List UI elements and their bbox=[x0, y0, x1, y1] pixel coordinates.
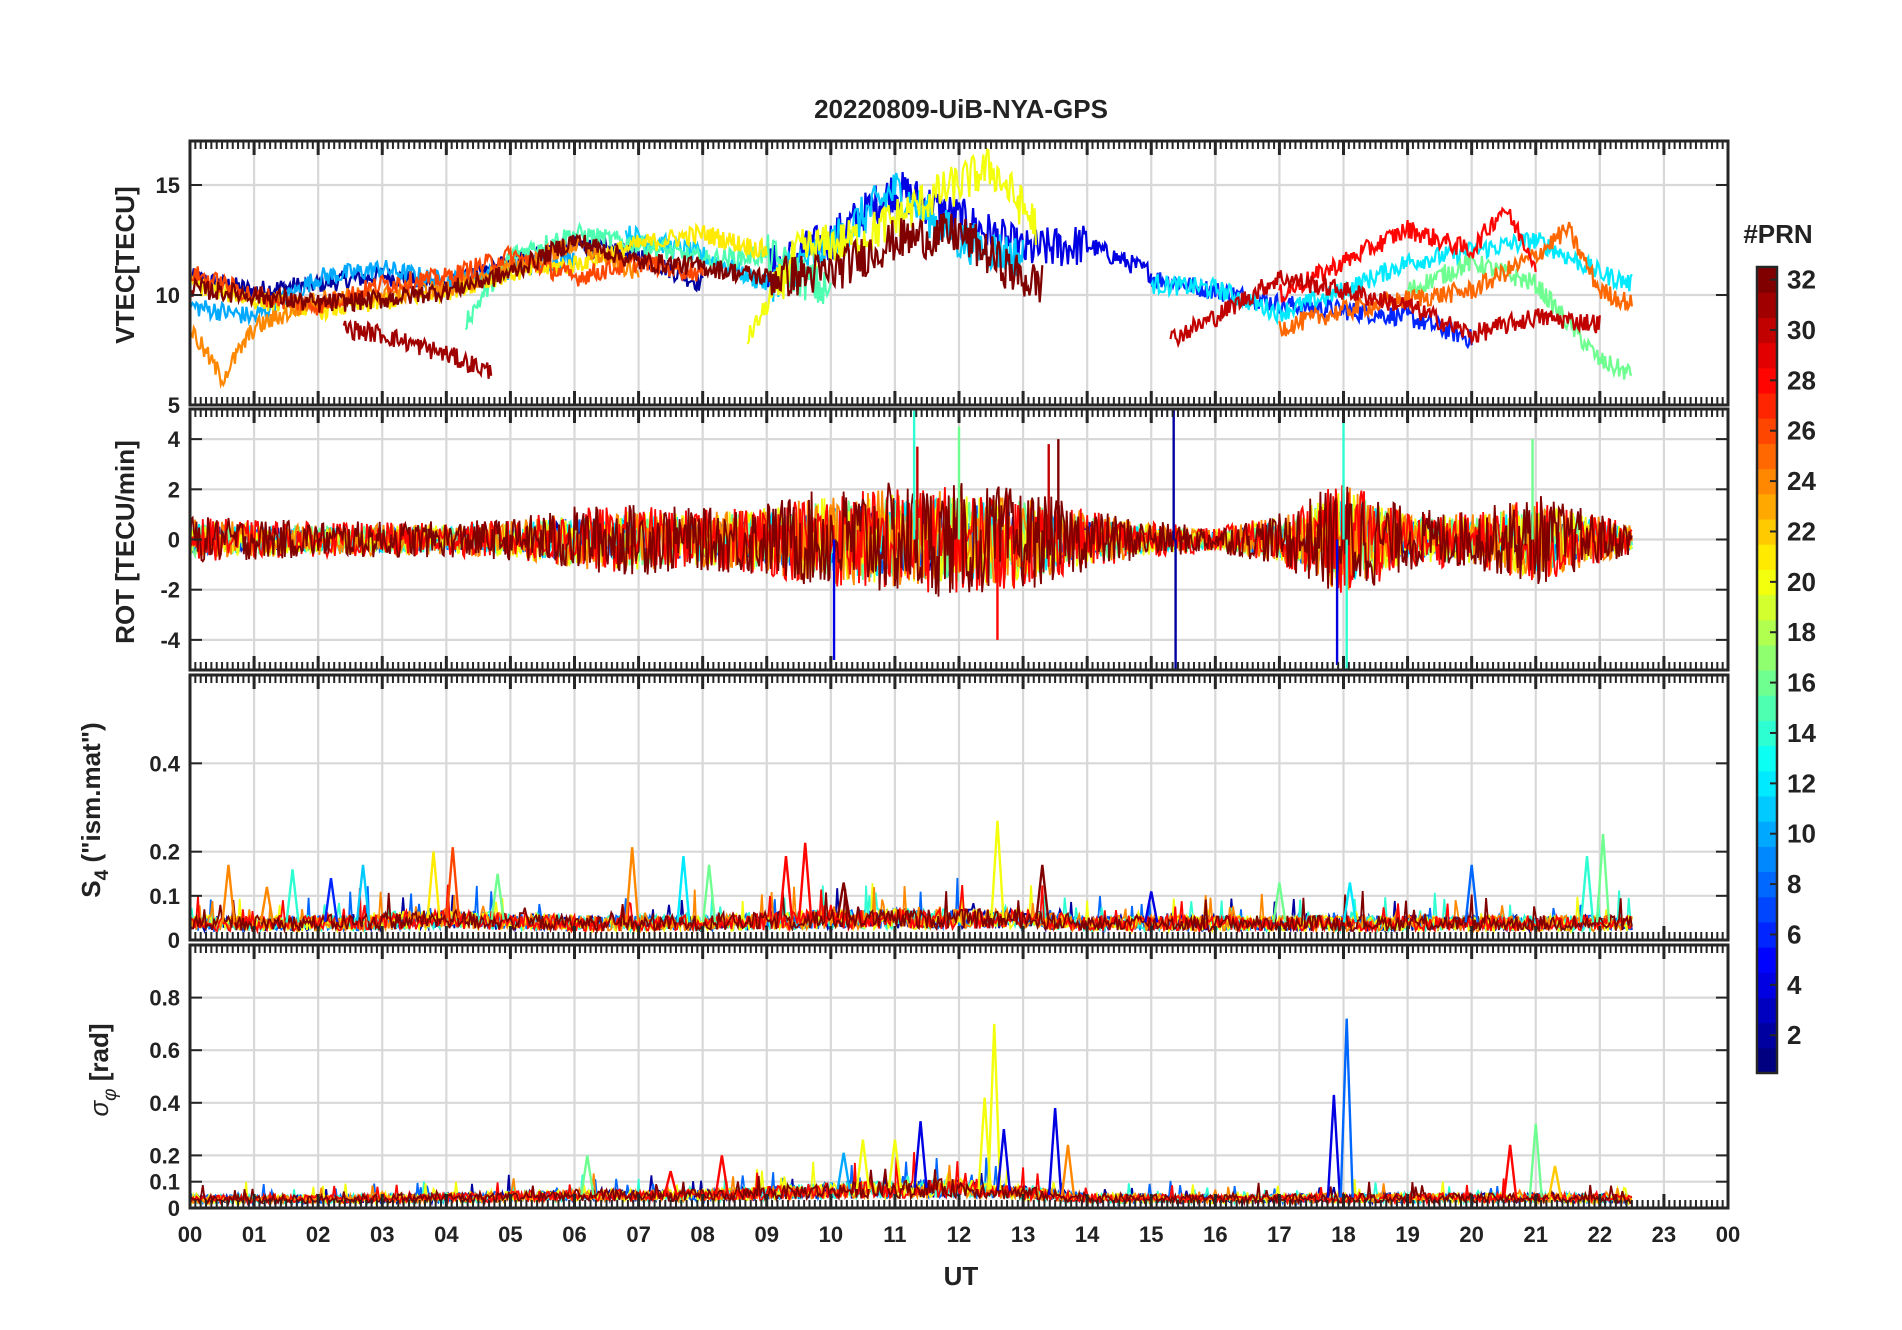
colorbar-tick-label: 32 bbox=[1787, 265, 1816, 295]
colorbar-tick-label: 20 bbox=[1787, 567, 1816, 597]
x-tick-label: 09 bbox=[755, 1222, 779, 1247]
colorbar-segment bbox=[1757, 392, 1777, 419]
colorbar-segment bbox=[1757, 695, 1777, 721]
y-tick-label: 0.1 bbox=[149, 884, 180, 909]
xlabel-ut: UT bbox=[944, 1261, 979, 1291]
x-tick-label: 00 bbox=[178, 1222, 202, 1247]
x-tick-label: 17 bbox=[1267, 1222, 1291, 1247]
chart-title: 20220809-UiB-NYA-GPS bbox=[814, 94, 1108, 124]
x-tick-label: 10 bbox=[819, 1222, 843, 1247]
x-tick-label: 00 bbox=[1716, 1222, 1740, 1247]
colorbar-segment bbox=[1757, 493, 1777, 520]
x-tick-label: 23 bbox=[1652, 1222, 1676, 1247]
colorbar-tick-label: 10 bbox=[1787, 819, 1816, 849]
y-tick-label: 0.4 bbox=[149, 1091, 180, 1116]
colorbar-tick-label: 24 bbox=[1787, 466, 1816, 496]
colorbar-tick-label: 26 bbox=[1787, 416, 1816, 446]
x-tick-label: 22 bbox=[1588, 1222, 1612, 1247]
colorbar-tick-label: 14 bbox=[1787, 718, 1816, 748]
colorbar-segment bbox=[1757, 292, 1777, 318]
colorbar-segment bbox=[1757, 443, 1777, 470]
x-tick-label: 18 bbox=[1331, 1222, 1355, 1247]
y-tick-label: 4 bbox=[168, 427, 181, 452]
colorbar-segment bbox=[1757, 997, 1777, 1024]
colorbar-tick-label: 12 bbox=[1787, 768, 1816, 798]
colorbar-tick-label: 30 bbox=[1787, 315, 1816, 345]
y-tick-label: 0 bbox=[168, 928, 180, 953]
x-tick-label: 19 bbox=[1395, 1222, 1419, 1247]
x-tick-label: 02 bbox=[306, 1222, 330, 1247]
y-tick-label: 0.8 bbox=[149, 986, 180, 1011]
colorbar-segment bbox=[1757, 544, 1777, 570]
figure: 20220809-UiB-NYA-GPS VTEC[TECU] 5 10 15 RO… bbox=[0, 0, 1902, 1330]
y-tick-label: -4 bbox=[160, 628, 180, 653]
colorbar-segment bbox=[1757, 644, 1777, 671]
y-tick-label: 0.6 bbox=[149, 1038, 180, 1063]
y-tick-label: 15 bbox=[156, 173, 180, 198]
y-tick-label: 0 bbox=[168, 1196, 180, 1221]
ylabel-vtec: VTEC[TECU] bbox=[110, 186, 140, 343]
y-tick-label: 0.4 bbox=[149, 751, 180, 776]
colorbar-segment bbox=[1757, 947, 1777, 973]
colorbar-tick-label: 4 bbox=[1787, 970, 1802, 1000]
y-tick-label: 2 bbox=[168, 477, 180, 502]
colorbar-tick-label: 8 bbox=[1787, 869, 1801, 899]
colorbar-segment bbox=[1757, 896, 1777, 923]
colorbar-tick-label: 2 bbox=[1787, 1020, 1801, 1050]
x-tick-label: 01 bbox=[242, 1222, 266, 1247]
y-tick-label: 0 bbox=[168, 528, 180, 553]
colorbar-tick-label: 6 bbox=[1787, 919, 1801, 949]
colorbar-segment bbox=[1757, 745, 1777, 772]
colorbar-segment bbox=[1757, 342, 1777, 369]
x-tick-label: 20 bbox=[1459, 1222, 1483, 1247]
colorbar-segment bbox=[1757, 1047, 1777, 1074]
x-tick-label: 04 bbox=[434, 1222, 459, 1247]
x-tick-label: 11 bbox=[883, 1222, 906, 1247]
x-tick-label: 05 bbox=[498, 1222, 522, 1247]
colorbar-title: #PRN bbox=[1743, 219, 1812, 249]
x-tick-label: 16 bbox=[1203, 1222, 1227, 1247]
colorbar-segment bbox=[1757, 846, 1777, 873]
x-tick-label: 03 bbox=[370, 1222, 394, 1247]
y-tick-label: 0.2 bbox=[149, 1143, 180, 1168]
colorbar-tick-label: 22 bbox=[1787, 516, 1816, 546]
y-tick-label: 10 bbox=[156, 283, 180, 308]
x-tick-label: 12 bbox=[947, 1222, 971, 1247]
colorbar-segment bbox=[1757, 594, 1777, 621]
ylabel-rot: ROT [TECU/min] bbox=[110, 440, 140, 644]
colorbar-tick-label: 18 bbox=[1787, 617, 1816, 647]
y-tick-label: 5 bbox=[168, 393, 180, 418]
x-tick-label: 14 bbox=[1075, 1222, 1100, 1247]
x-tick-label: 15 bbox=[1139, 1222, 1163, 1247]
colorbar-segment bbox=[1757, 795, 1777, 822]
x-tick-label: 08 bbox=[690, 1222, 714, 1247]
y-tick-label: -2 bbox=[160, 578, 180, 603]
x-tick-label: 06 bbox=[562, 1222, 586, 1247]
x-tick-label: 13 bbox=[1011, 1222, 1035, 1247]
x-tick-label: 07 bbox=[626, 1222, 650, 1247]
colorbar-tick-label: 28 bbox=[1787, 365, 1816, 395]
y-tick-label: 0.1 bbox=[149, 1170, 180, 1195]
colorbar-tick-label: 16 bbox=[1787, 668, 1816, 698]
x-tick-label: 21 bbox=[1524, 1222, 1548, 1247]
y-tick-label: 0.2 bbox=[149, 840, 180, 865]
